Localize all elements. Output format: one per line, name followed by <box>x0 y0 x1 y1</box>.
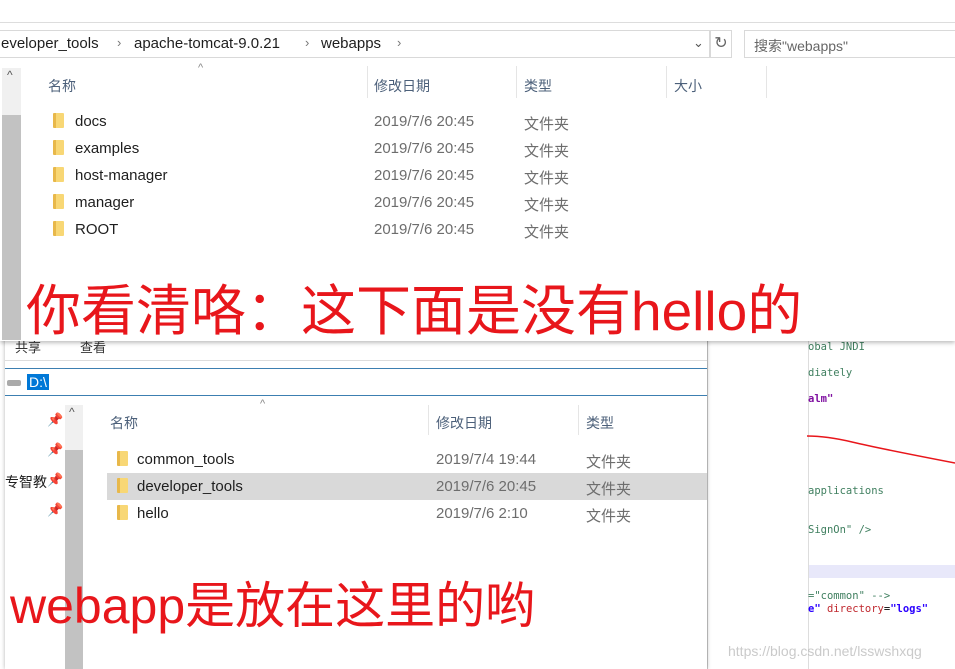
nav-item[interactable]: 专智教 <box>5 472 47 492</box>
folder-icon <box>53 221 64 236</box>
drive-icon <box>7 380 21 386</box>
pin-icon[interactable]: 📌 <box>47 412 63 428</box>
column-header-name[interactable]: 名称 <box>110 413 138 433</box>
chevron-right-icon[interactable]: › <box>117 35 121 50</box>
column-header-name[interactable]: 名称 <box>48 76 76 96</box>
code-line: obal JNDI <box>808 341 865 353</box>
watermark: https://blog.csdn.net/lsswshxqg <box>728 643 922 659</box>
pin-icon[interactable]: 📌 <box>47 472 63 488</box>
address-bar[interactable]: D:\ <box>5 368 707 396</box>
chevron-right-icon[interactable]: › <box>397 35 401 50</box>
file-row[interactable]: common_tools 2019/7/4 19:44 文件夹 <box>107 446 707 473</box>
sort-ascending-icon: ^ <box>198 62 204 74</box>
chevron-right-icon[interactable]: › <box>305 35 309 50</box>
folder-icon <box>117 505 128 520</box>
file-row-selected[interactable]: developer_tools 2019/7/6 20:45 文件夹 <box>107 473 707 500</box>
code-line: diately <box>808 367 853 379</box>
code-line: alm" <box>808 393 834 405</box>
sort-ascending-icon: ^ <box>260 398 266 410</box>
file-row[interactable]: docs 2019/7/6 20:45 文件夹 <box>40 108 760 135</box>
column-header-type[interactable]: 类型 <box>524 76 552 96</box>
address-text[interactable]: D:\ <box>27 374 49 390</box>
folder-icon <box>117 451 128 466</box>
address-bar[interactable]: eveloper_tools › apache-tomcat-9.0.21 › … <box>0 30 710 58</box>
search-input[interactable]: 搜索"webapps" <box>744 30 955 58</box>
code-editor <box>707 340 955 669</box>
annotation-text-bottom: webapp是放在这里的哟 <box>10 578 536 634</box>
explorer-window-top: eveloper_tools › apache-tomcat-9.0.21 › … <box>0 0 955 342</box>
column-header-type[interactable]: 类型 <box>586 413 614 433</box>
folder-icon <box>53 194 64 209</box>
scroll-up-icon[interactable]: ^ <box>69 405 75 419</box>
code-line: e" directory="logs" <box>808 603 929 615</box>
annotation-text-top: 你看清咯：这下面是没有hello的 <box>26 280 803 342</box>
file-row[interactable]: manager 2019/7/6 20:45 文件夹 <box>40 189 760 216</box>
pin-icon[interactable]: 📌 <box>47 502 63 518</box>
column-header-date[interactable]: 修改日期 <box>374 76 430 96</box>
column-header-size[interactable]: 大小 <box>674 76 702 96</box>
column-header-date[interactable]: 修改日期 <box>436 413 492 433</box>
file-row[interactable]: host-manager 2019/7/6 20:45 文件夹 <box>40 162 760 189</box>
breadcrumb-item[interactable]: eveloper_tools <box>1 35 99 52</box>
code-line: applications <box>808 485 884 497</box>
refresh-button[interactable]: ↻ <box>710 30 732 58</box>
highlighted-line <box>809 565 955 578</box>
chevron-down-icon[interactable]: ⌄ <box>693 35 704 51</box>
scrollbar[interactable]: ^ <box>2 68 21 340</box>
folder-icon <box>53 167 64 182</box>
file-row[interactable]: examples 2019/7/6 20:45 文件夹 <box>40 135 760 162</box>
code-line: SignOn" /> <box>808 524 872 536</box>
file-row[interactable]: hello 2019/7/6 2:10 文件夹 <box>107 500 707 527</box>
folder-icon <box>117 478 128 493</box>
file-row[interactable]: ROOT 2019/7/6 20:45 文件夹 <box>40 216 760 243</box>
red-annotation-line <box>807 435 955 464</box>
folder-icon <box>53 140 64 155</box>
breadcrumb-item[interactable]: webapps <box>321 35 381 52</box>
scroll-up-icon[interactable]: ^ <box>7 68 13 82</box>
breadcrumb-item[interactable]: apache-tomcat-9.0.21 <box>134 35 280 52</box>
explorer-window-bottom: 共享 查看 D:\ 专智教 📌 📌 📌 📌 ^ 名称 ^ 修改日期 类型 com… <box>5 330 707 669</box>
pin-icon[interactable]: 📌 <box>47 442 63 458</box>
code-line: ="common" --> <box>808 590 891 602</box>
folder-icon <box>53 113 64 128</box>
